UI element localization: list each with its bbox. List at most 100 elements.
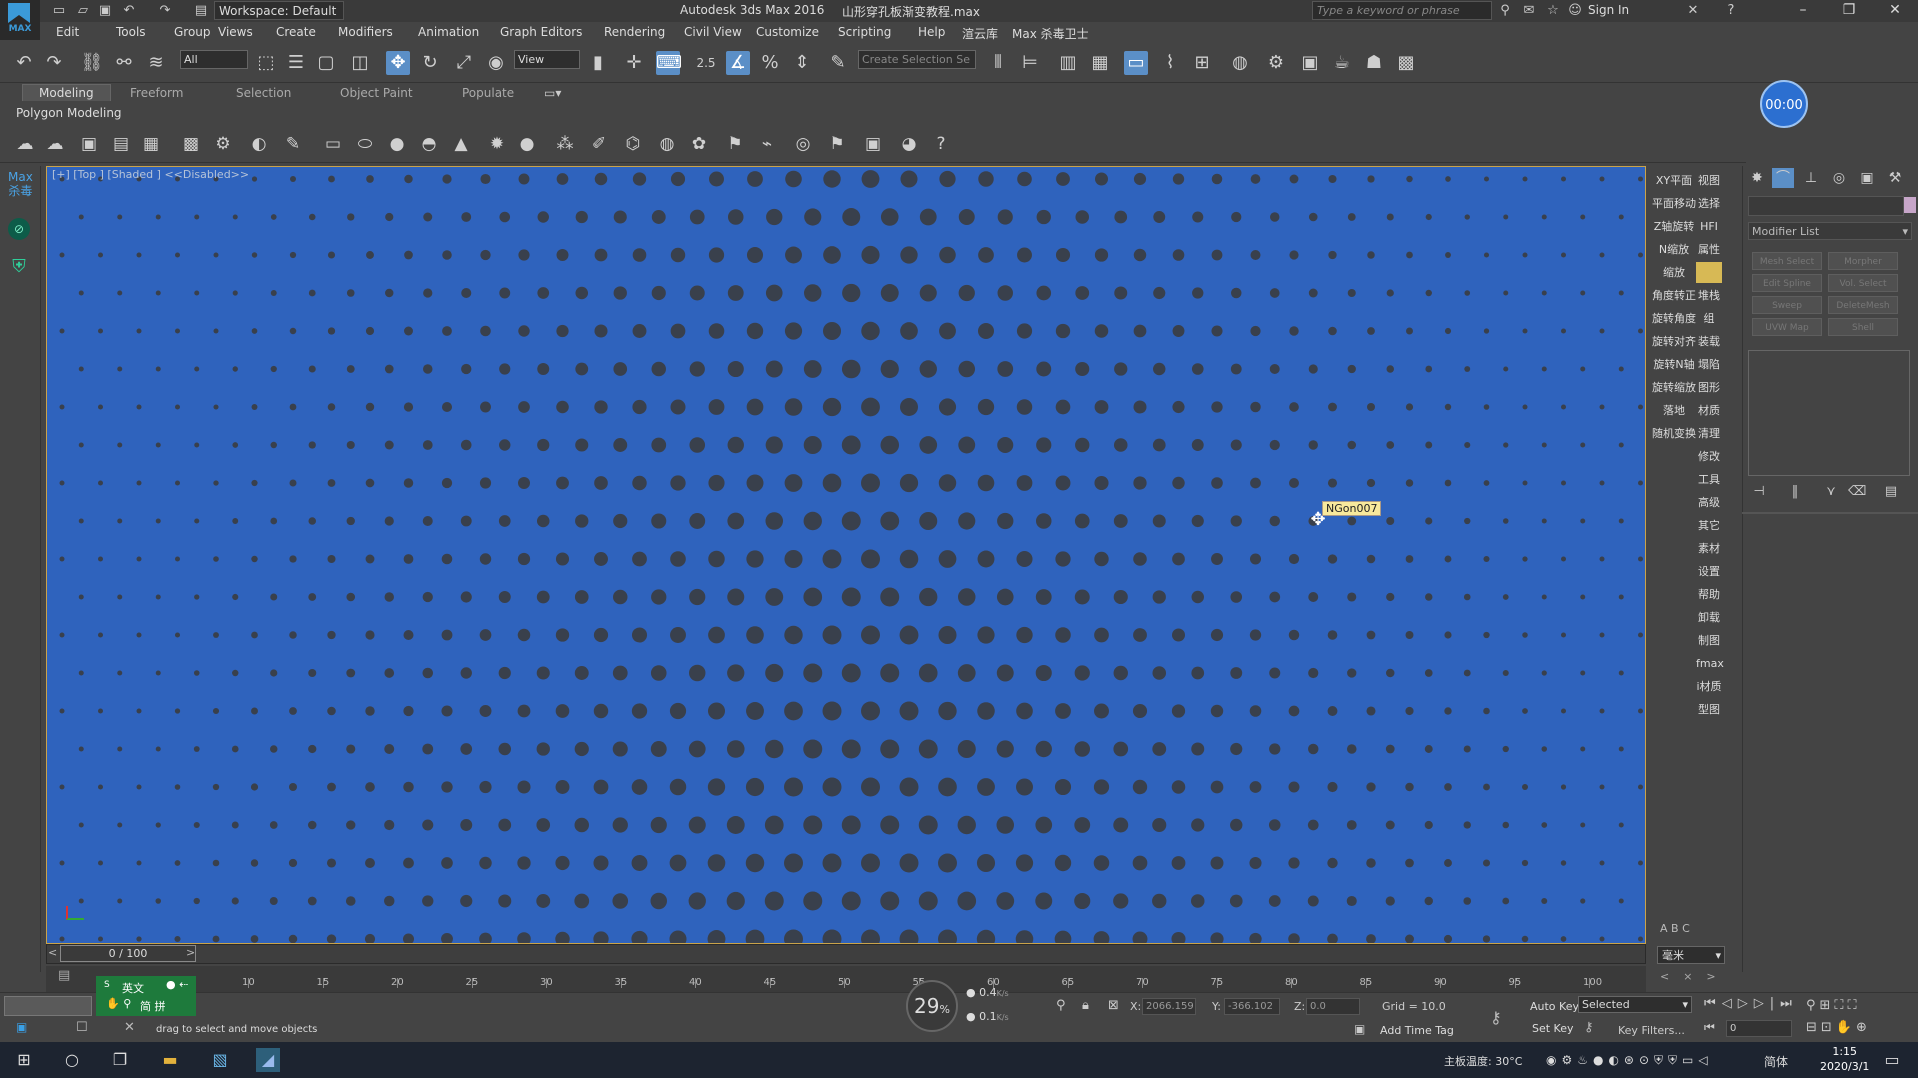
light-icon[interactable]: ●: [516, 133, 538, 155]
plugin-left-button[interactable]: 落地: [1652, 400, 1696, 421]
new-file-icon[interactable]: ▭: [50, 2, 68, 20]
snaps-toggle-icon[interactable]: 2.5: [694, 51, 718, 75]
tab-modeling[interactable]: Modeling: [22, 84, 111, 101]
viewport-nav-controls-2[interactable]: ⊟⊡✋⊕: [1806, 1020, 1871, 1035]
plugin-right-button[interactable]: 卸载: [1696, 607, 1722, 628]
mirror-icon[interactable]: ⫴: [986, 51, 1010, 75]
select-and-rotate-icon[interactable]: ↻: [418, 51, 442, 75]
menu-item[interactable]: Modifiers: [338, 25, 393, 39]
ribbon-options-icon[interactable]: ▭▾: [544, 86, 561, 100]
plugin-left-button[interactable]: 旋转角度: [1652, 308, 1696, 329]
flag-icon[interactable]: ⚑: [724, 133, 746, 155]
time-slider-track[interactable]: [46, 944, 1646, 964]
plugin-left-button[interactable]: 随机变换: [1652, 423, 1696, 444]
photos-app-icon[interactable]: ▧: [208, 1048, 232, 1072]
project-folder-icon[interactable]: ▤: [192, 2, 210, 20]
tab-selection[interactable]: Selection: [236, 86, 291, 100]
wave-icon[interactable]: ⌁: [756, 133, 778, 155]
place-icon[interactable]: ◉: [484, 51, 508, 75]
undo-icon[interactable]: ↶: [120, 2, 138, 20]
notification-icon[interactable]: ▭: [1880, 1048, 1904, 1072]
shell-button[interactable]: Shell: [1828, 318, 1898, 336]
plugin-right-button[interactable]: 清理: [1696, 423, 1722, 444]
object-name-field[interactable]: [1748, 196, 1904, 216]
keyboard-shortcut-override-icon[interactable]: ⌨: [656, 51, 682, 75]
windows-start-icon[interactable]: ⊞: [12, 1048, 36, 1072]
plugin-right-button[interactable]: 选择: [1696, 193, 1722, 214]
plugin-right-button[interactable]: 型图: [1696, 699, 1722, 720]
select-by-name-icon[interactable]: ☰: [284, 51, 308, 75]
viewport-nav-controls[interactable]: ⚲⊞⛶⛶: [1806, 998, 1861, 1013]
plugin-right-button[interactable]: 素材: [1696, 538, 1722, 559]
motion-tab-icon[interactable]: ◎: [1828, 168, 1850, 188]
auto-key-button[interactable]: Auto Key: [1530, 1000, 1579, 1013]
minimize-button[interactable]: –: [1780, 0, 1826, 22]
menu-item[interactable]: Tools: [116, 25, 146, 39]
sphere-icon[interactable]: ●: [386, 133, 408, 155]
x-coordinate-field[interactable]: 2066.159: [1142, 998, 1196, 1015]
select-and-move-icon[interactable]: ✥: [386, 51, 410, 75]
selection-lock-icon[interactable]: 🔒︎: [1082, 998, 1089, 1013]
dome-icon[interactable]: ◓: [418, 133, 440, 155]
key-mode-toggle-icon[interactable]: ⏮: [1704, 1020, 1715, 1035]
key-filters-button[interactable]: Key Filters...: [1618, 1024, 1685, 1037]
teapot-icon[interactable]: ☁: [14, 133, 36, 155]
plugin-right-button[interactable]: 塌陷: [1696, 354, 1722, 375]
menu-item[interactable]: Create: [276, 25, 316, 39]
mesh-select-button[interactable]: Mesh Select: [1752, 252, 1822, 270]
plugin-left-button[interactable]: 旋转N轴: [1652, 354, 1696, 375]
time-slider-prev-icon[interactable]: <: [48, 946, 57, 959]
configure-modifier-sets-icon[interactable]: ▤: [1882, 484, 1900, 500]
plugin-right-button[interactable]: i材质: [1696, 676, 1722, 697]
pin-stack-icon[interactable]: ⊣: [1750, 484, 1768, 500]
reference-coordinate-dropdown[interactable]: View: [514, 50, 580, 69]
curve-editor-icon[interactable]: ⌇: [1158, 51, 1182, 75]
script-icon[interactable]: ▣: [16, 1020, 27, 1034]
calendar-icon[interactable]: ▩: [180, 133, 202, 155]
plugin-left-button[interactable]: 缩放: [1652, 262, 1696, 283]
deletemesh-button[interactable]: DeleteMesh: [1828, 296, 1898, 314]
modifier-stack[interactable]: [1748, 350, 1910, 476]
key-mode-dropdown[interactable]: Selected ▾: [1578, 996, 1692, 1013]
set-key-icon[interactable]: ⚷: [1584, 1020, 1594, 1035]
hierarchy-tab-icon[interactable]: ⊥: [1800, 168, 1822, 188]
list-icon[interactable]: ▤: [110, 133, 132, 155]
plugin-left-button[interactable]: 平面移动: [1652, 193, 1696, 214]
manipulate-icon[interactable]: ✛: [622, 51, 646, 75]
plugin-left-button[interactable]: XY平面: [1652, 170, 1696, 191]
layer-explorer-icon[interactable]: ▥: [1056, 51, 1080, 75]
graphite-ribbon-icon[interactable]: ▭: [1124, 51, 1148, 75]
object-color-swatch[interactable]: [1904, 197, 1916, 213]
plugin-left-button[interactable]: Z轴旋转: [1652, 216, 1696, 237]
globe-icon[interactable]: ◍: [656, 133, 678, 155]
render-icon[interactable]: ▣: [78, 133, 100, 155]
sun-icon[interactable]: ✹: [486, 133, 508, 155]
menu-item[interactable]: Graph Editors: [500, 25, 582, 39]
box-icon[interactable]: ▭: [322, 133, 344, 155]
manage-layers-icon[interactable]: ▦: [1088, 51, 1112, 75]
help-icon[interactable]: ?: [1722, 2, 1740, 20]
utilities-tab-icon[interactable]: ⚒: [1884, 168, 1906, 188]
grid-icon[interactable]: ▦: [140, 133, 162, 155]
plugin-right-button[interactable]: 帮助: [1696, 584, 1722, 605]
align-icon[interactable]: ⊨: [1018, 51, 1042, 75]
render-production-icon[interactable]: ☕: [1330, 51, 1354, 75]
menu-item[interactable]: Scripting: [838, 25, 891, 39]
3dsmax-taskbar-icon[interactable]: ◢: [256, 1048, 280, 1072]
communication-icon[interactable]: ✉: [1520, 2, 1538, 20]
speed-gauge[interactable]: 29%: [906, 980, 958, 1032]
pivot-center-icon[interactable]: ▮: [586, 51, 610, 75]
panel-nav-arrows[interactable]: <×>: [1660, 970, 1730, 983]
plugin-right-button[interactable]: 组: [1696, 308, 1722, 329]
current-frame-field[interactable]: 0: [1726, 1020, 1792, 1037]
selection-filter-dropdown[interactable]: All: [180, 50, 248, 69]
sphere-material-icon[interactable]: ◕: [898, 133, 920, 155]
plugin-right-button[interactable]: 属性: [1696, 239, 1722, 260]
user-icon[interactable]: ☺: [1566, 2, 1584, 20]
plugin-right-button[interactable]: 堆栈: [1696, 285, 1722, 306]
tab-populate[interactable]: Populate: [462, 86, 514, 100]
plugin-left-button[interactable]: 旋转对齐: [1652, 331, 1696, 352]
plugin-right-button[interactable]: 材质: [1696, 400, 1722, 421]
menu-item[interactable]: Animation: [418, 25, 479, 39]
redo-icon[interactable]: ↷: [42, 51, 66, 75]
